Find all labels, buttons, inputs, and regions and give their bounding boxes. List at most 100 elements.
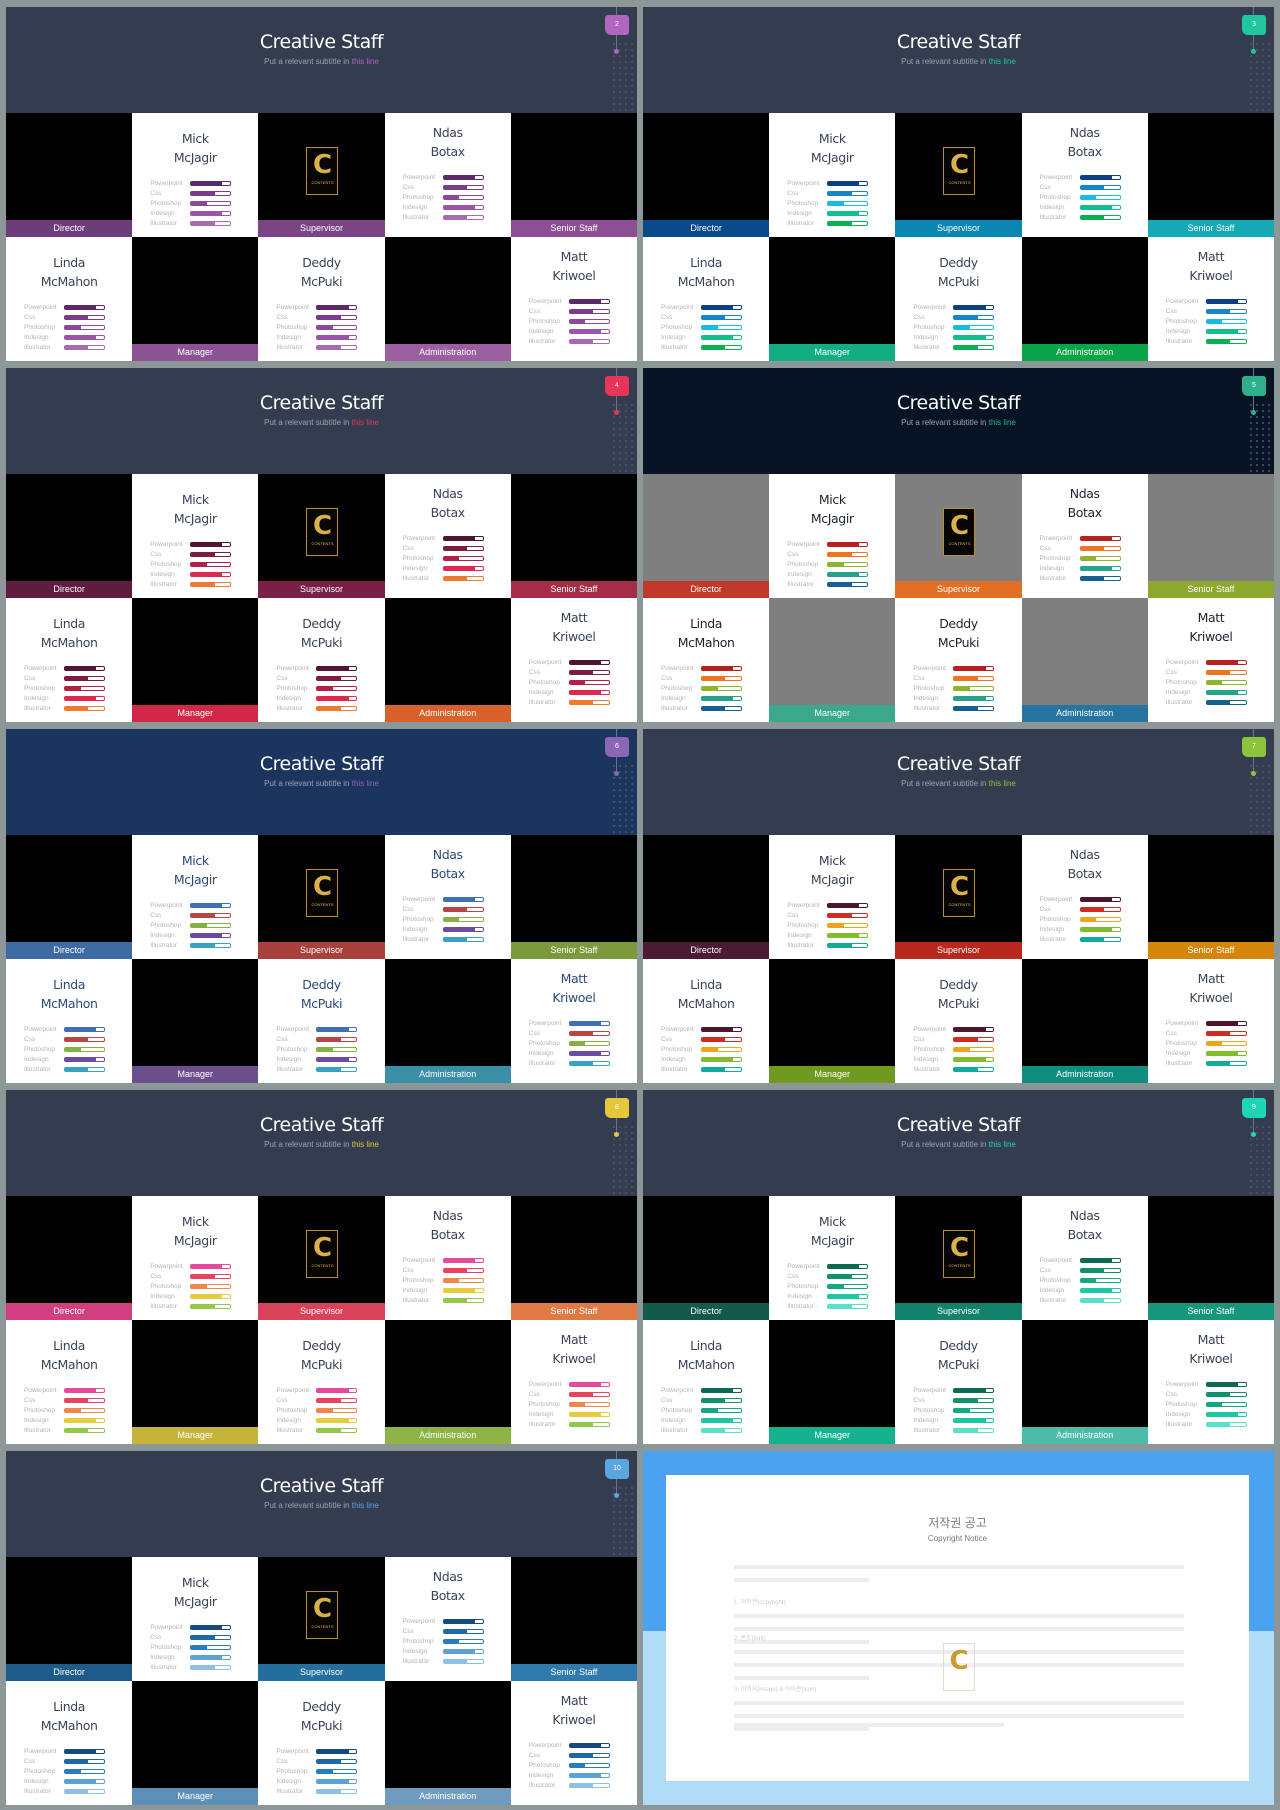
slide[interactable]: Creative Staff Put a relevant subtitle in… xyxy=(6,1451,637,1805)
staff-photo[interactable]: Director xyxy=(6,1196,133,1320)
skill-label: Css xyxy=(402,1627,414,1635)
staff-photo[interactable]: Administration xyxy=(384,237,511,361)
skill-label: Indesign xyxy=(24,1055,49,1063)
staff-photo[interactable]: Director xyxy=(6,1557,133,1681)
staff-photo[interactable]: Director xyxy=(643,113,770,237)
staff-photo[interactable]: Administration xyxy=(1021,1320,1148,1444)
staff-photo[interactable]: Senior Staff xyxy=(1147,474,1274,598)
skill-label: Illustrator xyxy=(276,704,304,712)
slide[interactable]: Creative Staff Put a relevant subtitle in… xyxy=(643,7,1274,361)
staff-photo[interactable]: C CONTENTS Supervisor xyxy=(258,113,385,237)
skill-label: Powerpoint xyxy=(24,1386,57,1394)
skill-label: Illustrator xyxy=(402,935,430,943)
skill-bar-fill xyxy=(569,1061,594,1065)
staff-photo[interactable]: Manager xyxy=(132,1320,259,1444)
staff-photo[interactable]: Manager xyxy=(132,959,259,1083)
staff-photo[interactable]: C CONTENTS Supervisor xyxy=(895,113,1022,237)
staff-photo[interactable]: Administration xyxy=(384,1320,511,1444)
staff-photo[interactable]: C CONTENTS Supervisor xyxy=(895,474,1022,598)
slide[interactable]: Creative Staff Put a relevant subtitle in… xyxy=(6,7,637,361)
last-name: Botax xyxy=(430,144,466,159)
skill-bar xyxy=(568,689,610,695)
staff-name: Matt Kriwoel xyxy=(511,247,637,285)
slide-title: Creative Staff xyxy=(896,31,1021,53)
skill-row: Powerpoint xyxy=(1040,534,1121,542)
staff-photo[interactable]: Director xyxy=(643,474,770,598)
staff-photo[interactable]: Director xyxy=(643,835,770,959)
staff-photo[interactable]: Manager xyxy=(769,237,896,361)
skill-label: Css xyxy=(913,1396,925,1404)
skill-bar xyxy=(1079,916,1121,922)
staff-photo[interactable]: Manager xyxy=(769,959,896,1083)
staff-card: Deddy McPuki Powerpoint Css Photoshop Indesig… xyxy=(258,598,385,722)
staff-photo[interactable]: Manager xyxy=(769,1320,896,1444)
skill-bar-fill xyxy=(954,676,978,680)
skill-row: Illustrator xyxy=(913,704,995,712)
staff-photo[interactable]: Senior Staff xyxy=(1147,1196,1274,1320)
staff-photo[interactable]: Senior Staff xyxy=(1147,113,1274,237)
skill-row: Illustrator xyxy=(529,698,610,706)
staff-photo[interactable]: Administration xyxy=(1021,959,1148,1083)
last-name: McPuki xyxy=(300,1357,343,1372)
staff-photo[interactable]: C CONTENTS Supervisor xyxy=(258,835,385,959)
first-name: Ndas xyxy=(1069,486,1100,501)
role-label: Senior Staff xyxy=(1147,1303,1274,1320)
staff-photo[interactable]: Administration xyxy=(384,1681,511,1805)
staff-photo[interactable]: Director xyxy=(6,113,133,237)
staff-photo[interactable]: Manager xyxy=(132,1681,259,1805)
skill-bar-fill xyxy=(65,1027,97,1031)
staff-photo[interactable]: Senior Staff xyxy=(1147,835,1274,959)
skill-bar-fill xyxy=(569,1402,586,1406)
staff-photo[interactable]: Director xyxy=(6,835,133,959)
skill-bar-fill xyxy=(1080,215,1104,219)
staff-photo[interactable]: Director xyxy=(643,1196,770,1320)
skill-label: Illustrator xyxy=(913,704,941,712)
staff-photo[interactable]: Director xyxy=(6,474,133,598)
staff-photo[interactable]: Senior Staff xyxy=(510,835,637,959)
slide-header: Creative Staff Put a relevant subtitle in… xyxy=(643,368,1274,474)
slide[interactable]: Creative Staff Put a relevant subtitle in… xyxy=(6,368,637,722)
skill-bar-fill xyxy=(569,319,586,323)
skill-bar xyxy=(1079,204,1121,210)
skill-bar xyxy=(701,695,742,701)
skill-row: Powerpoint xyxy=(529,297,610,305)
staff-photo[interactable]: C CONTENTS Supervisor xyxy=(258,1557,385,1681)
skill-bar-fill xyxy=(1206,1021,1238,1025)
staff-photo[interactable]: C CONTENTS Supervisor xyxy=(895,835,1022,959)
staff-photo[interactable]: C CONTENTS Supervisor xyxy=(895,1196,1022,1320)
staff-photo[interactable]: Administration xyxy=(1021,237,1148,361)
staff-photo[interactable]: Manager xyxy=(132,598,259,722)
skill-bar xyxy=(701,1056,742,1062)
skill-row: Powerpoint xyxy=(661,1386,742,1394)
skill-row: Powerpoint xyxy=(150,1623,232,1631)
staff-photo[interactable]: Senior Staff xyxy=(510,1557,637,1681)
skill-bar-fill xyxy=(828,181,860,185)
skill-label: Powerpoint xyxy=(1165,297,1199,305)
staff-photo[interactable]: C CONTENTS Supervisor xyxy=(258,474,385,598)
slide[interactable]: Creative Staff Put a relevant subtitle in… xyxy=(643,1090,1274,1444)
slide[interactable]: Creative Staff Put a relevant subtitle in… xyxy=(643,368,1274,722)
logo-letter: C xyxy=(949,872,970,902)
staff-photo[interactable]: C CONTENTS Supervisor xyxy=(258,1196,385,1320)
staff-photo[interactable]: Manager xyxy=(769,598,896,722)
slide[interactable]: Creative Staff Put a relevant subtitle in… xyxy=(6,1090,637,1444)
skill-label: Illustrator xyxy=(24,704,51,712)
slide-title: Creative Staff xyxy=(896,392,1021,414)
skill-bar-fill xyxy=(702,666,734,670)
slide-title: Creative Staff xyxy=(896,753,1021,775)
skill-bar-fill xyxy=(1080,937,1104,941)
staff-photo[interactable]: Administration xyxy=(384,959,511,1083)
skill-bar xyxy=(442,1297,484,1303)
slide[interactable]: Creative Staff Put a relevant subtitle in… xyxy=(643,729,1274,1083)
slide[interactable]: Creative Staff Put a relevant subtitle in… xyxy=(6,729,637,1083)
staff-photo[interactable]: Senior Staff xyxy=(510,474,637,598)
staff-photo[interactable]: Manager xyxy=(132,237,259,361)
skill-label: Photoshop xyxy=(528,1039,560,1047)
staff-photo[interactable]: Senior Staff xyxy=(510,1196,637,1320)
skill-bar-fill xyxy=(1080,536,1112,540)
skill-row: Powerpoint xyxy=(1040,1256,1121,1264)
staff-photo[interactable]: Administration xyxy=(384,598,511,722)
staff-photo[interactable]: Administration xyxy=(1021,598,1148,722)
skill-bar xyxy=(316,685,358,691)
staff-photo[interactable]: Senior Staff xyxy=(510,113,637,237)
